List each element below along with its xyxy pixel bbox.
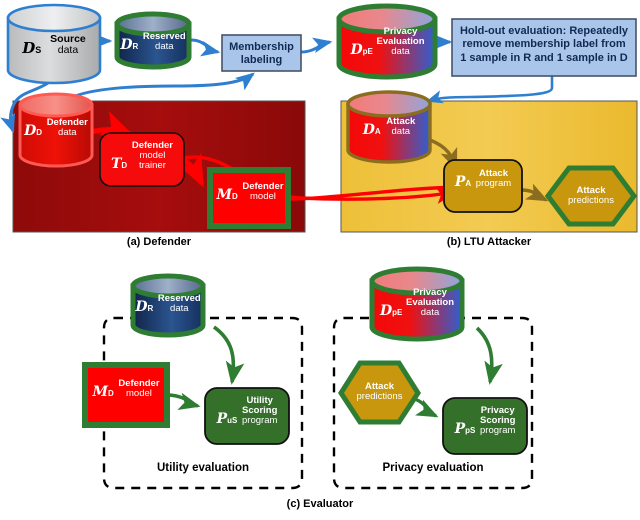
arrow-reserved-to-utility-scoring (212, 325, 245, 385)
node-attack-data (346, 90, 432, 164)
node-defender-model (207, 167, 291, 229)
membership-labeling-text: Membership labeling (222, 41, 301, 68)
membership-labeling-line2: labeling (240, 54, 283, 67)
node-attack-program (443, 159, 523, 213)
privacy-evaluation-caption: Privacy evaluation (382, 462, 484, 474)
node-source-data (6, 3, 102, 85)
panel-a-caption: (a) Defender (126, 236, 192, 248)
node-attack-predictions (544, 165, 638, 227)
node-attack-predictions-eval (338, 360, 421, 425)
utility-evaluation-caption: Utility evaluation (156, 462, 250, 474)
holdout-note-text: Hold-out evaluation: Repeatedly remove m… (452, 25, 636, 65)
arrow-holdout-to-attack-data (426, 76, 554, 104)
panel-b-caption: (b) LTU Attacker (446, 236, 532, 248)
panel-c-caption: (c) Evaluator (286, 498, 354, 510)
arrow-membership-to-privacy-eval (300, 37, 333, 54)
node-defender-model-eval (82, 362, 170, 428)
arrow-reserved-to-membership (190, 38, 221, 57)
node-reserved-data-eval (130, 273, 206, 338)
holdout-note-line2: remove membership label from (462, 38, 626, 51)
arrow-defender-model-to-utility-scoring (168, 392, 201, 410)
node-defender-data (18, 92, 94, 168)
figure-canvas: DS Source data DR Reserved data Membersh… (0, 0, 640, 520)
diagram-vector-layer (0, 3, 638, 490)
arrow-privacy-data-to-privacy-scoring (475, 326, 503, 385)
node-reserved-data (114, 11, 192, 70)
holdout-note-line3: 1 sample in R and 1 sample in D (460, 51, 628, 64)
node-privacy-evaluation-data-top (336, 3, 438, 80)
node-privacy-scoring-program (442, 397, 528, 455)
arrow-defender-data-to-membership (65, 72, 255, 103)
node-privacy-evaluation-data-bottom (369, 266, 465, 342)
node-utility-scoring-program (204, 387, 290, 445)
membership-labeling-line1: Membership (229, 41, 294, 53)
node-defender-model-trainer (99, 132, 185, 187)
holdout-note-line1: Hold-out evaluation: Repeatedly (459, 25, 629, 37)
